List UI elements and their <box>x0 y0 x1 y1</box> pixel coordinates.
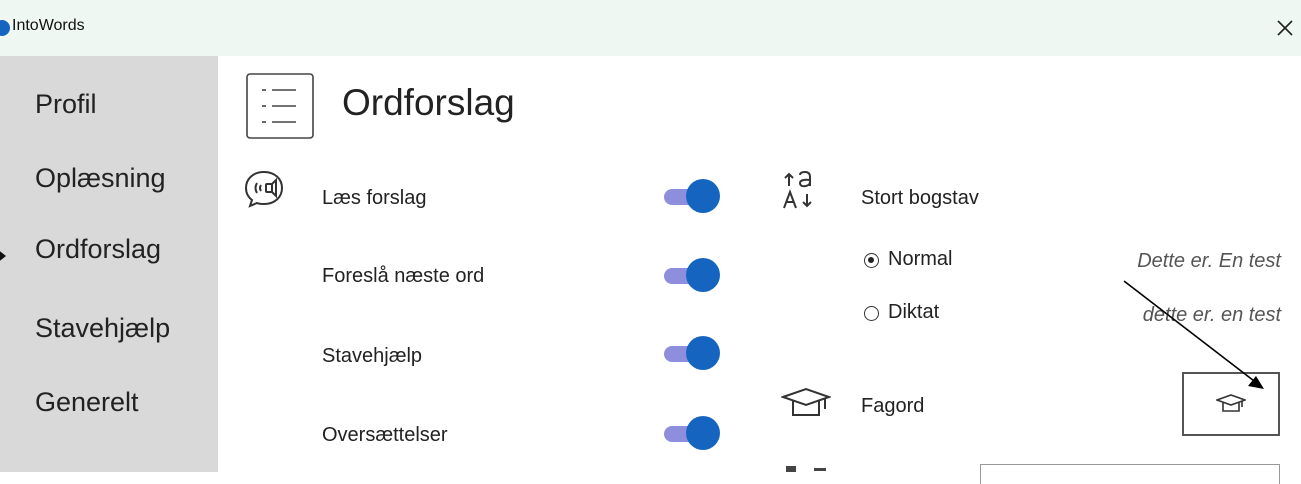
graduation-cap-icon <box>781 387 831 416</box>
radio-normal-circle[interactable] <box>864 253 879 268</box>
list-icon <box>246 73 314 139</box>
radio-normal-label: Normal <box>888 248 953 270</box>
toggle-laes-forslag[interactable] <box>664 179 720 215</box>
fagord-label: Fagord <box>861 395 925 417</box>
radio-diktat-label: Diktat <box>888 301 940 323</box>
graduation-cap-icon <box>1216 394 1246 412</box>
toggle-label-oversaettelser: Oversættelser <box>322 424 448 446</box>
fagord-button[interactable] <box>1182 372 1280 436</box>
example-normal: Dette er. En test <box>1137 250 1281 272</box>
text-case-icon <box>783 170 812 209</box>
main-panel: Ordforslag Læs forslag Foreslå næste ord… <box>218 56 1301 484</box>
window-title: IntoWords <box>12 17 85 34</box>
page-title: Ordforslag <box>342 82 515 123</box>
toggle-stavehjaelp[interactable] <box>664 336 720 372</box>
active-indicator-icon <box>0 248 6 264</box>
close-icon[interactable] <box>1270 12 1300 42</box>
toggle-label-foresla-naeste-ord: Foreslå næste ord <box>322 265 485 287</box>
radio-diktat-circle[interactable] <box>864 306 879 321</box>
sidebar-item-stavehjaelp[interactable]: Stavehjælp <box>35 313 170 344</box>
sidebar-item-ordforslag[interactable]: Ordforslag <box>35 234 161 265</box>
sidebar-item-profil[interactable]: Profil <box>35 89 97 120</box>
speech-bubble-icon <box>244 170 284 208</box>
toggle-oversaettelser[interactable] <box>664 416 720 452</box>
toggle-label-laes-forslag: Læs forslag <box>322 187 427 209</box>
toggle-label-stavehjaelp: Stavehjælp <box>322 345 423 367</box>
sidebar-item-oplaesning[interactable]: Oplæsning <box>35 163 166 194</box>
app-logo-icon <box>0 20 10 36</box>
partial-icon-dash <box>814 468 826 471</box>
stort-bogstav-label: Stort bogstav <box>861 187 979 209</box>
toggle-foresla-naeste-ord[interactable] <box>664 258 720 294</box>
partial-icon <box>786 466 796 472</box>
example-diktat: dette er. en test <box>1142 304 1281 326</box>
title-bar: IntoWords <box>0 0 1301 56</box>
sidebar-item-generelt[interactable]: Generelt <box>35 387 139 418</box>
sidebar: Profil Oplæsning Ordforslag Stavehjælp G… <box>0 56 218 472</box>
partial-input-field[interactable] <box>980 464 1280 484</box>
